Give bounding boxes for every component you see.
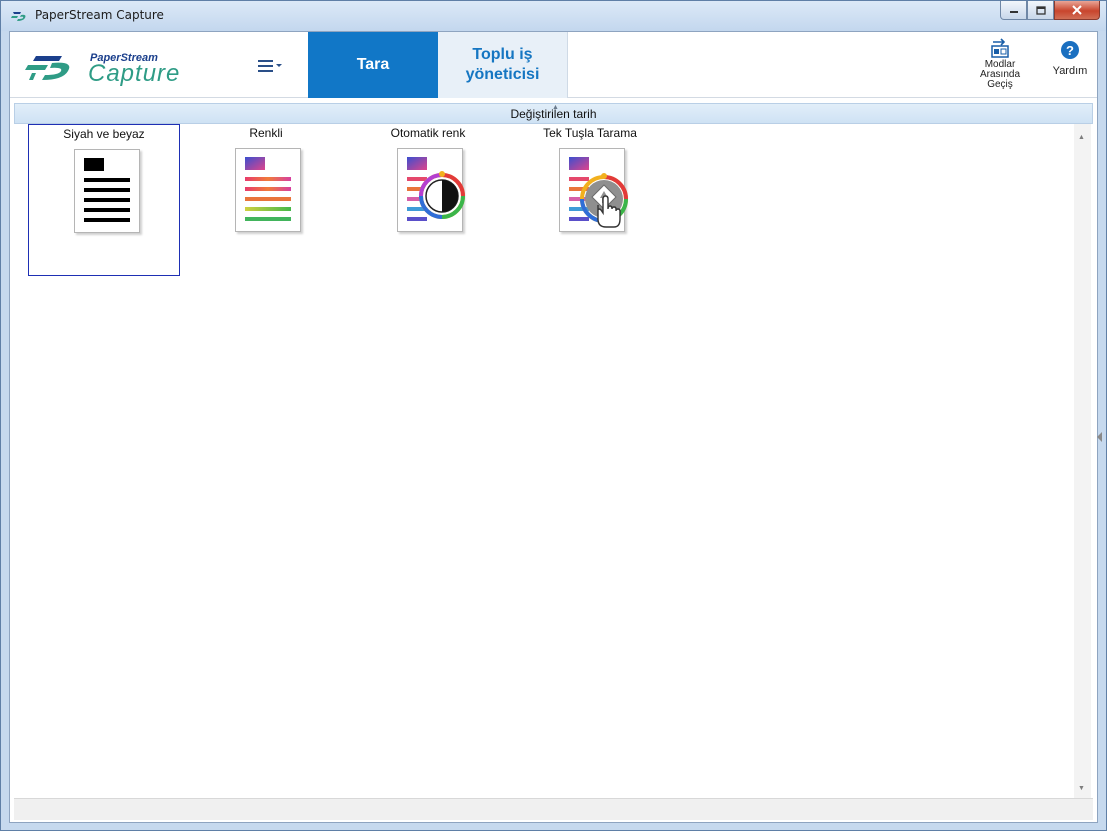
profile-auto-color[interactable]: Otomatik renk	[352, 124, 504, 276]
help-label: Yardım	[1052, 65, 1088, 77]
status-bar	[14, 798, 1093, 820]
help-button[interactable]: ? Yardım	[1050, 38, 1090, 77]
black-white-document-icon	[74, 149, 140, 233]
toolbar-header: PaperStream Capture Tara Toplu iş yöneti…	[10, 32, 1097, 98]
tab-scan-label: Tara	[356, 56, 390, 73]
close-icon	[1072, 5, 1082, 15]
tab-batch-manager[interactable]: Toplu iş yöneticisi	[438, 32, 568, 98]
app-logo-icon	[11, 12, 26, 21]
svg-text:?: ?	[1066, 43, 1074, 58]
close-button[interactable]	[1054, 1, 1100, 20]
menu-button[interactable]	[246, 52, 286, 80]
scroll-up-arrow-icon[interactable]: ▲	[1078, 134, 1085, 141]
maximize-icon	[1035, 5, 1046, 15]
profile-black-white[interactable]: Siyah ve beyaz	[28, 124, 180, 276]
logo-text-capture: Capture	[88, 60, 181, 87]
profile-list: Siyah ve beyaz Renkli Otomatik renk Tek …	[14, 124, 1093, 798]
app-window: PaperStream Capture PaperStream Capture …	[0, 0, 1107, 831]
title-bar[interactable]: PaperStream Capture	[1, 1, 1106, 31]
profile-label: Otomatik renk	[390, 126, 466, 140]
tab-batch-label-line2: yöneticisi	[465, 66, 540, 83]
vertical-scrollbar[interactable]: ▲ ▼	[1074, 124, 1091, 798]
one-touch-scan-document-icon	[559, 148, 628, 232]
switch-modes-button[interactable]: Modlar Arasında Geçiş	[978, 38, 1022, 90]
profile-label: Renkli	[249, 126, 283, 140]
switch-modes-label-line3: Geçiş	[987, 79, 1013, 90]
profile-color[interactable]: Renkli	[190, 124, 342, 276]
tab-batch-label-line1: Toplu iş	[472, 46, 533, 63]
profile-label: Tek Tuşla Tarama	[543, 126, 637, 140]
profile-label: Siyah ve beyaz	[63, 127, 145, 141]
chevron-down-icon	[276, 64, 282, 67]
sort-ascending-icon: ▲	[552, 104, 559, 111]
window-title: PaperStream Capture	[35, 8, 164, 22]
auto-color-document-icon	[397, 148, 465, 232]
maximize-button[interactable]	[1027, 1, 1054, 20]
main-panel: PaperStream Capture Tara Toplu iş yöneti…	[9, 31, 1098, 823]
hamburger-menu-icon	[257, 60, 275, 72]
minimize-button[interactable]	[1000, 1, 1027, 20]
scroll-down-arrow-icon[interactable]: ▼	[1078, 785, 1085, 792]
profile-one-touch-scan[interactable]: Tek Tuşla Tarama	[514, 124, 666, 276]
color-document-icon	[235, 148, 301, 232]
ps-logo-icon	[25, 56, 70, 80]
tab-scan[interactable]: Tara	[308, 32, 438, 98]
paperstream-capture-logo: PaperStream Capture	[22, 50, 202, 87]
switch-modes-icon	[991, 38, 1009, 58]
help-icon: ?	[1061, 41, 1079, 59]
sort-column-header[interactable]: ▲ Değiştirilen tarih	[14, 103, 1093, 124]
minimize-icon	[1009, 11, 1018, 13]
side-panel-toggle-icon[interactable]	[1097, 432, 1102, 442]
